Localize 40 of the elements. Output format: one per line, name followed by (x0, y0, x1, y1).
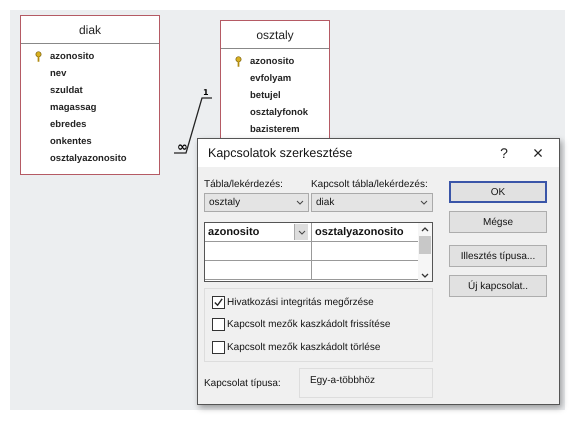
field-name: szuldat (50, 85, 83, 96)
dropdown-button[interactable] (294, 224, 308, 240)
field-name: osztalyazonosito (50, 153, 127, 164)
chevron-icon (420, 200, 428, 205)
field-name: magassag (50, 102, 96, 113)
checkbox[interactable] (212, 318, 225, 332)
dialog-button[interactable]: Új kapcsolat.. (449, 275, 547, 297)
help-button[interactable]: ? (487, 140, 521, 166)
field-name: azonosito (50, 51, 94, 62)
field-name: nev (50, 68, 66, 79)
table-title: osztaly (256, 28, 294, 42)
field-name: onkentes (50, 136, 92, 147)
scroll-down-icon[interactable] (421, 273, 429, 278)
relationship-type-box: Egy-a-többhöz (299, 368, 433, 398)
table-title: diak (78, 22, 101, 36)
field-name: bazisterem (250, 124, 300, 135)
checkbox-label[interactable]: Kapcsolt mezők kaszkádolt frissítése (227, 319, 390, 330)
field-name: ebredes (50, 119, 86, 130)
close-button[interactable]: × (521, 140, 555, 166)
checkbox[interactable] (212, 341, 225, 354)
chevron-icon (296, 200, 304, 205)
field-name: evfolyam (250, 73, 292, 84)
checkbox[interactable] (212, 296, 225, 309)
scroll-up-icon[interactable] (421, 227, 429, 232)
table-dropdown[interactable]: osztaly (204, 193, 309, 212)
table-box[interactable]: diak azonosito nev szuldat magassag ebredes onkentes osztalyazonosito (20, 15, 160, 175)
dialog-button[interactable]: OK (449, 181, 547, 203)
field-name: osztalyfonok (250, 107, 308, 118)
checkbox-label[interactable]: Kapcsolt mezők kaszkádolt törlése (227, 342, 380, 354)
scrollbar[interactable] (418, 223, 432, 281)
dialog-button[interactable]: Mégse (449, 211, 547, 233)
field-name: betujel (250, 90, 281, 101)
dialog-button[interactable]: Illesztés típusa... (449, 245, 547, 267)
chevron-icon (298, 230, 306, 234)
related-table-dropdown[interactable]: diak (311, 193, 433, 212)
field-name: azonosito (250, 56, 294, 67)
relationship-type-label: Kapcsolat típusa: (204, 378, 282, 388)
field-cell[interactable]: osztalyazonosito (312, 223, 418, 241)
field-cell[interactable]: azonosito (205, 223, 312, 241)
checkbox-label[interactable]: Hivatkozási integritás megőrzése (227, 296, 374, 308)
